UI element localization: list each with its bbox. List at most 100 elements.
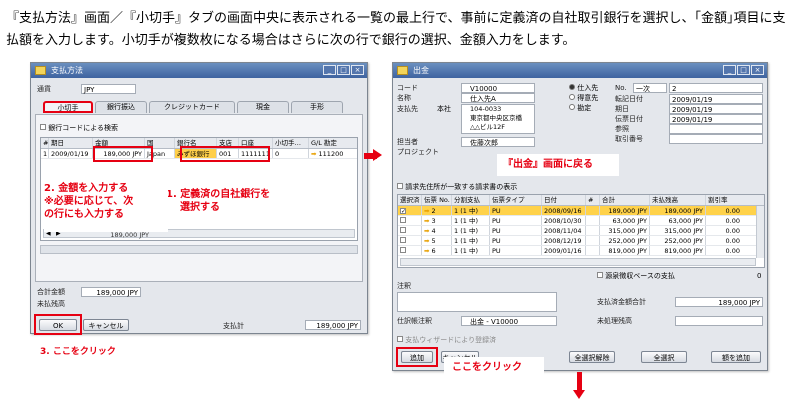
minimize-icon[interactable]: _ — [723, 65, 736, 75]
invoice-match-checkbox[interactable]: 請求先住所が一致する請求書の表示 — [397, 182, 517, 192]
radio-account[interactable]: 勘定 — [569, 103, 591, 113]
table-row[interactable]: ➡ 61 (1 中) PU 2009/01/16 819,000 JPY 819,000… — [398, 246, 764, 256]
tab-cash[interactable]: 現金 — [237, 101, 289, 113]
invoice-vscrollbar[interactable] — [756, 206, 764, 258]
link-arrow-icon[interactable]: ➡ — [424, 227, 432, 235]
doc-number: 6 — [431, 247, 436, 255]
currency-field[interactable]: JPY — [81, 84, 136, 94]
payment-total-label: 支払計 — [223, 322, 244, 330]
total-amount-field: 189,000 JPY — [81, 287, 141, 297]
radio-account-dot[interactable] — [569, 104, 575, 110]
table-row[interactable]: ✓ ➡ 21 (1 中) PU 2008/09/16 189,000 JPY 189,00… — [398, 206, 764, 216]
withholding-checkbox[interactable]: 源泉徴収ベースの支払 — [597, 271, 675, 281]
invoice-match-box[interactable] — [397, 183, 403, 189]
journal-remarks-field[interactable]: 出金 - V10000 — [461, 316, 557, 326]
cancel-button[interactable]: キャンセル — [83, 319, 129, 331]
radio-vendor[interactable]: 仕入先 — [569, 83, 598, 93]
table-row[interactable]: ➡ 51 (1 中) PU 2008/12/19 252,000 JPY 252,000… — [398, 236, 764, 246]
row-checkbox[interactable] — [400, 217, 406, 223]
transaction-no-field[interactable] — [669, 134, 763, 144]
bank-code-checkbox[interactable] — [40, 124, 46, 130]
tab-bill[interactable]: 手形 — [291, 101, 343, 113]
row-hash-cell — [586, 206, 600, 215]
address-line-2: 東京都中央区京橋 — [470, 114, 522, 122]
code-field[interactable]: V10000 — [461, 83, 535, 93]
minimize-icon[interactable]: _ — [323, 65, 336, 75]
doc-number: 2 — [431, 207, 436, 215]
down-arrow-shaft — [577, 372, 582, 392]
select-all-button[interactable]: 全選択 — [641, 351, 687, 363]
deselect-all-button[interactable]: 全選択解除 — [569, 351, 615, 363]
window-icon — [35, 66, 46, 75]
table-row[interactable]: ➡ 31 (1 中) PU 2008/10/30 63,000 JPY 63,000 J… — [398, 216, 764, 226]
row-check-no[interactable]: 0 — [273, 149, 309, 158]
doc-number: 4 — [431, 227, 436, 235]
outgoing-window-title: 出金 — [413, 66, 429, 75]
window-icon — [397, 66, 408, 75]
note1-line2: 選択する — [180, 202, 220, 213]
row-total: 819,000 JPY — [600, 246, 650, 255]
radio-customer-label: 得意先 — [577, 94, 599, 102]
row-split: 1 (1 中) — [452, 206, 490, 215]
row-hash-cell — [586, 246, 600, 255]
panel-scrollbar[interactable] — [40, 245, 358, 254]
tab-check[interactable]: 小切手 — [43, 101, 93, 113]
link-arrow-icon[interactable]: ➡ — [424, 217, 432, 225]
outgoing-payment-window: 出金 _ □ × コード V10000 名称 仕入先A 支払先 本社 104-0… — [392, 62, 768, 371]
row-split: 1 (1 中) — [452, 246, 490, 255]
payment-window-titlebar: 支払方法 _ □ × — [31, 63, 367, 78]
instruction-text: 『支払方法』画面／『小切手』タブの画面中央に表示される一覧の最上行で、事前に定義… — [6, 11, 786, 48]
row-total: 315,000 JPY — [600, 226, 650, 235]
link-arrow-icon[interactable]: ➡ — [311, 150, 316, 158]
remarks-field[interactable] — [397, 292, 557, 312]
wizard-box — [397, 336, 403, 342]
contact-field[interactable]: 佐藤次郎 — [461, 137, 535, 147]
close-icon[interactable]: × — [351, 65, 364, 75]
link-arrow-icon[interactable]: ➡ — [424, 247, 432, 255]
number-field[interactable]: 2 — [669, 83, 763, 93]
bank-code-search[interactable]: 銀行コードによる検索 — [40, 123, 118, 133]
row-select-cell — [398, 226, 422, 235]
recalculate-button[interactable]: 額を追加 — [711, 351, 761, 363]
col-date: 日付 — [542, 195, 586, 205]
reference-field[interactable] — [669, 124, 763, 134]
table-row[interactable]: ➡ 41 (1 中) PU 2008/11/04 315,000 JPY 315,000… — [398, 226, 764, 236]
row-select-cell — [398, 246, 422, 255]
radio-vendor-dot[interactable] — [569, 84, 575, 90]
withholding-label: 源泉徴収ベースの支払 — [605, 272, 675, 280]
address-field[interactable]: 104-0033 東京都中央区京橋 △△ビル12F — [461, 104, 535, 134]
link-arrow-icon[interactable]: ➡ — [424, 237, 432, 245]
withholding-box[interactable] — [597, 272, 603, 278]
row-checkbox[interactable] — [400, 237, 406, 243]
unpaid-balance-label: 未払残高 — [37, 300, 65, 308]
checked-checkbox-icon[interactable]: ✓ — [400, 208, 406, 215]
posting-date-field[interactable]: 2009/01/19 — [669, 94, 763, 104]
series-select[interactable]: 一次 — [633, 83, 667, 93]
row-gl[interactable]: ➡ 111200 — [309, 149, 357, 158]
currency-label: 通貨 — [37, 85, 51, 93]
name-field[interactable]: 仕入先A — [461, 93, 535, 103]
maximize-icon[interactable]: □ — [737, 65, 750, 75]
close-icon[interactable]: × — [751, 65, 764, 75]
doc-date-field[interactable]: 2009/01/19 — [669, 114, 763, 124]
open-balance-field — [675, 316, 763, 326]
right-arrow-icon — [373, 149, 382, 161]
tab-bank-transfer[interactable]: 銀行振込 — [95, 101, 147, 113]
col-num: # — [43, 138, 49, 148]
address-select[interactable]: 本社 — [437, 104, 451, 114]
row-date: 2008/11/04 — [542, 226, 586, 235]
row-checkbox[interactable] — [400, 247, 406, 253]
maximize-icon[interactable]: □ — [337, 65, 350, 75]
row-date[interactable]: 2009/01/19 — [49, 149, 93, 158]
row-type: PU — [490, 206, 542, 215]
contact-label: 担当者 — [397, 138, 418, 146]
radio-customer[interactable]: 得意先 — [569, 93, 598, 103]
radio-customer-dot[interactable] — [569, 94, 575, 100]
invoice-hscrollbar[interactable] — [400, 258, 756, 266]
due-date-label: 期日 — [615, 105, 629, 113]
note2-line3: の行にも入力する — [44, 209, 124, 220]
link-arrow-icon[interactable]: ➡ — [424, 207, 432, 215]
tab-credit-card[interactable]: クレジットカード — [149, 101, 235, 113]
row-checkbox[interactable] — [400, 227, 406, 233]
due-date-field[interactable]: 2009/01/19 — [669, 104, 763, 114]
